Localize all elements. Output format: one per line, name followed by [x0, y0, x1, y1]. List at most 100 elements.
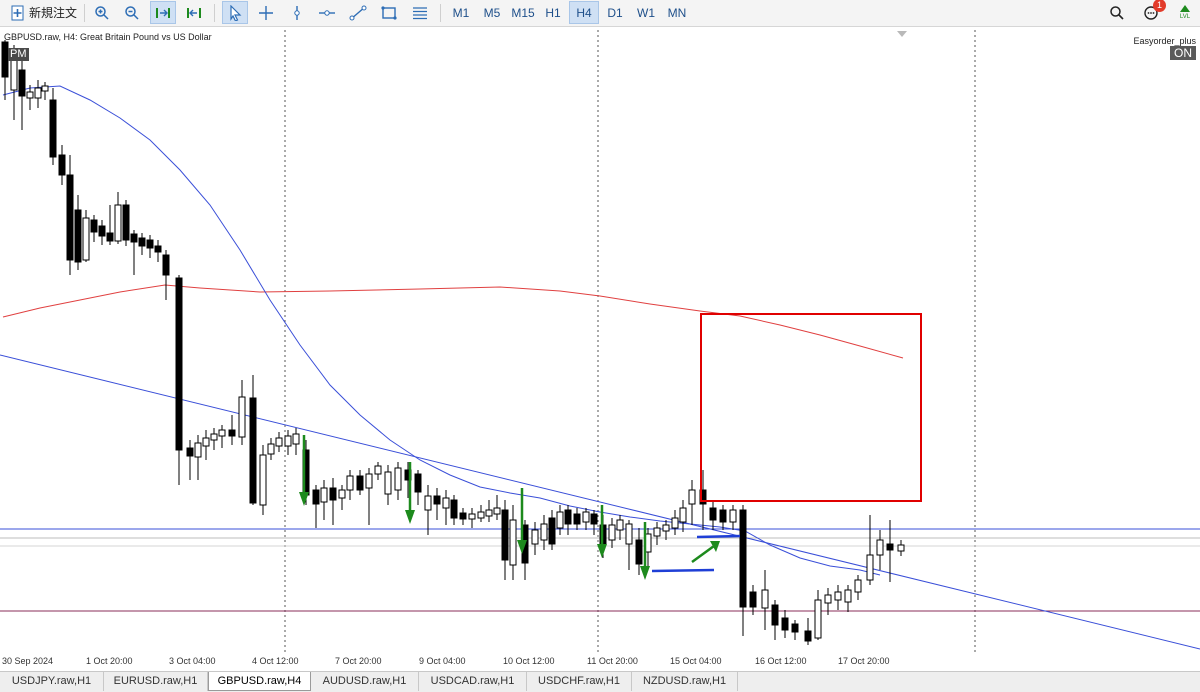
candle-bear [804, 630, 812, 642]
candle-bull [688, 489, 696, 505]
candle-bull [662, 524, 670, 532]
notifications-button[interactable]: 1 [1140, 0, 1166, 24]
candle-bear [414, 473, 422, 493]
candle-bear [771, 604, 779, 626]
auto-scroll-button[interactable] [150, 1, 176, 24]
zoom-out-button[interactable] [121, 1, 143, 24]
new-order-icon [11, 5, 24, 20]
candle-bear [356, 475, 364, 491]
timeframe-d1-button[interactable]: D1 [601, 1, 629, 24]
candle-bear [791, 623, 799, 633]
candle-bull [41, 85, 49, 92]
vertical-line-tool-button[interactable] [286, 1, 308, 24]
candle-bear [635, 539, 643, 565]
notification-badge: 1 [1153, 0, 1166, 12]
candle-bull [679, 507, 687, 523]
tab-eurusd[interactable]: EURUSD.raw,H1 [104, 672, 208, 691]
candle-bull [485, 509, 493, 517]
tab-gbpusd[interactable]: GBPUSD.raw,H4 [208, 672, 311, 691]
candle-bull [275, 437, 283, 447]
target-zone-box [700, 313, 922, 502]
candle-bull [346, 475, 354, 491]
candle-bull [424, 495, 432, 511]
candle-bear [312, 489, 320, 505]
candle-bear [249, 397, 257, 504]
candle-bear [58, 154, 66, 176]
candle-bull [194, 442, 202, 458]
timeframe-m15-button[interactable]: M15 [507, 1, 539, 24]
slow-moving-average [2, 284, 904, 359]
level-up-arrow-icon [1180, 5, 1190, 12]
timeframe-w1-button[interactable]: W1 [632, 1, 660, 24]
tab-usdchf[interactable]: USDCHF.raw,H1 [527, 672, 632, 691]
candle-bear [162, 254, 170, 276]
trendline-tool-button[interactable] [346, 1, 370, 24]
new-order-label: 新規注文 [29, 6, 78, 20]
candle-bull [493, 507, 501, 515]
candle-bear [709, 507, 717, 521]
candle-bull [854, 579, 862, 593]
candle-bull [653, 527, 661, 537]
candle-bull [26, 91, 34, 99]
shapes-tool-button[interactable] [377, 1, 401, 24]
tab-usdjpy[interactable]: USDJPY.raw,H1 [0, 672, 104, 691]
timeframe-m1-button[interactable]: M1 [447, 1, 475, 24]
candle-bear [459, 512, 467, 520]
expert-advisor-name: Easyorder_plus [1133, 36, 1196, 46]
timeframe-m5-button[interactable]: M5 [477, 1, 507, 24]
zoom-in-button[interactable] [91, 1, 113, 24]
candle-bull [338, 489, 346, 499]
candle-bull [729, 509, 737, 523]
price-chart[interactable] [0, 27, 1200, 671]
candle-bull [625, 523, 633, 545]
candle-bull [897, 544, 905, 552]
candle-bull [82, 217, 90, 261]
candle-bear [122, 204, 130, 241]
candle-bear [749, 591, 757, 608]
candle-bear [49, 99, 57, 158]
candle-bear [146, 239, 154, 249]
horizontal-line-tool-button[interactable] [315, 1, 339, 24]
zoom-out-icon [125, 5, 139, 20]
candle-bull [866, 554, 874, 581]
new-order-button[interactable]: 新規注文 [6, 1, 90, 24]
time-axis-label: 7 Oct 20:00 [335, 656, 382, 666]
candle-bull [477, 511, 485, 519]
time-axis-label: 10 Oct 12:00 [503, 656, 555, 666]
lvl-button[interactable]: LVL [1174, 1, 1196, 24]
time-axis-label: 1 Oct 20:00 [86, 656, 133, 666]
candle-bull [210, 433, 218, 441]
candle-bull [202, 437, 210, 447]
timeframe-h1-button[interactable]: H1 [539, 1, 567, 24]
fibonacci-tool-button[interactable] [408, 1, 432, 24]
chart-tabs: USDJPY.raw,H1 EURUSD.raw,H1 GBPUSD.raw,H… [0, 671, 1200, 692]
timeframe-h4-button[interactable]: H4 [569, 1, 599, 24]
candle-bull [284, 435, 292, 447]
tab-usdcad[interactable]: USDCAD.raw,H1 [419, 672, 527, 691]
toolbar-separator [84, 4, 85, 22]
tab-audusd[interactable]: AUDUSD.raw,H1 [311, 672, 419, 691]
tab-nzdusd[interactable]: NZDUSD.raw,H1 [632, 672, 738, 691]
candle-bull [394, 467, 402, 491]
candle-bull [834, 591, 842, 601]
search-button[interactable] [1106, 1, 1128, 24]
candle-bull [824, 594, 832, 604]
candle-bear [590, 513, 598, 525]
candle-bull [761, 589, 769, 609]
crosshair-tool-button[interactable] [255, 1, 277, 24]
candle-bear [564, 509, 572, 525]
auto-scroll-icon [156, 7, 170, 18]
scroll-marker-icon [897, 31, 907, 37]
candle-bear [138, 237, 146, 247]
candle-bear [719, 509, 727, 523]
candle-bull [114, 204, 122, 242]
expert-advisor-status[interactable]: ON [1170, 46, 1196, 60]
candle-bear [228, 429, 236, 437]
chart-shift-button[interactable] [181, 1, 207, 24]
timeframe-mn-button[interactable]: MN [662, 1, 692, 24]
toolbar-separator [440, 4, 441, 22]
candle-bear [18, 69, 26, 97]
candle-bull [671, 517, 679, 529]
candle-bull [814, 599, 822, 639]
cursor-tool-button[interactable] [222, 1, 248, 24]
